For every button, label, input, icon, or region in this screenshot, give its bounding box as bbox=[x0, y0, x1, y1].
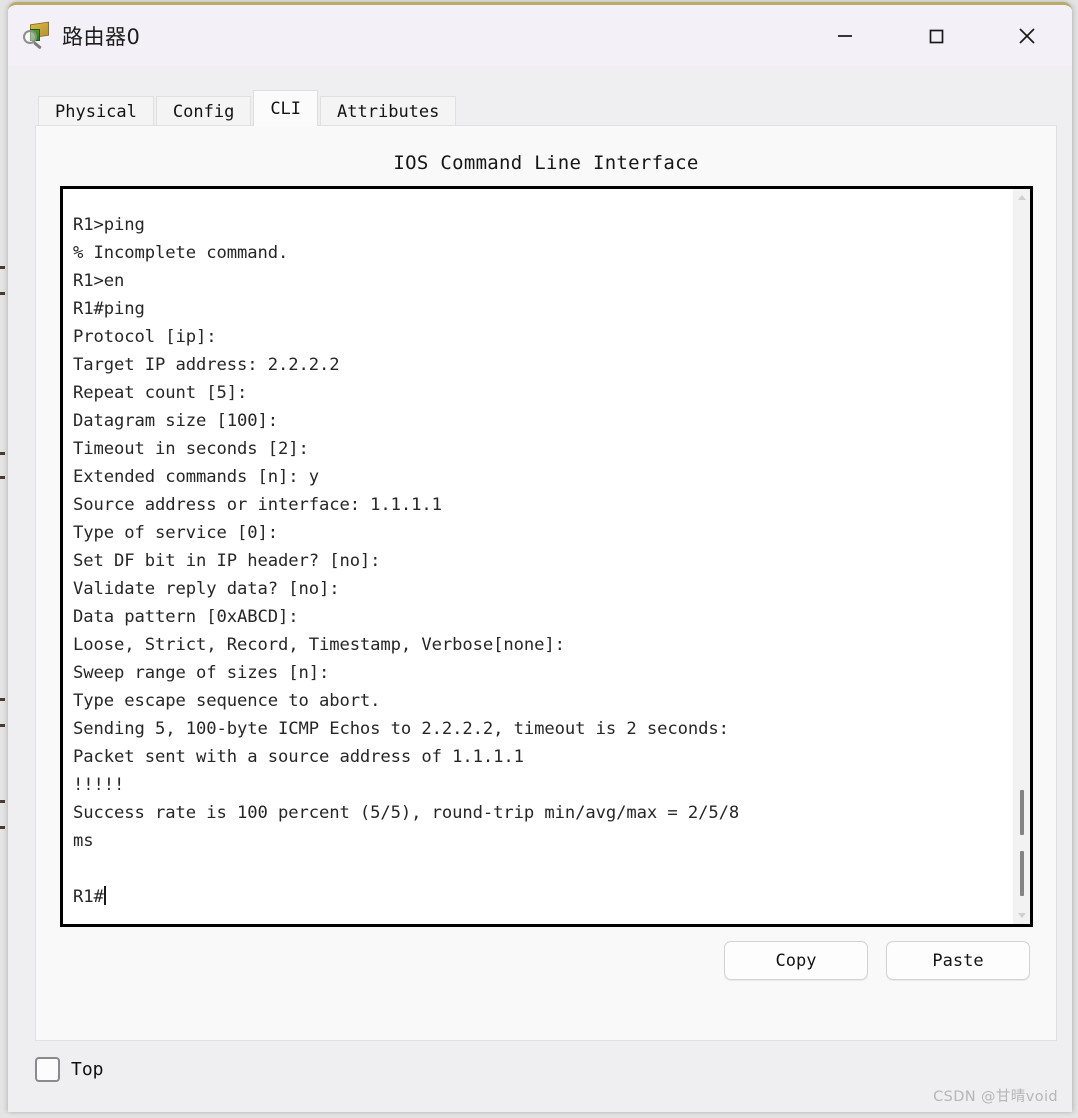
cli-tab-panel: IOS Command Line Interface R1>ping % Inc… bbox=[35, 125, 1057, 1041]
minimize-button[interactable] bbox=[799, 5, 890, 66]
scroll-down-arrow[interactable] bbox=[1013, 907, 1030, 924]
tab-physical[interactable]: Physical bbox=[38, 96, 154, 126]
backdrop-mark bbox=[0, 800, 5, 803]
terminal-line: Source address or interface: 1.1.1.1 bbox=[73, 495, 442, 515]
terminal-scrollbar[interactable] bbox=[1013, 189, 1030, 924]
terminal-line: Extended commands [n]: y bbox=[73, 467, 319, 487]
watermark: CSDN @甘晴void bbox=[933, 1089, 1058, 1105]
terminal-line: Success rate is 100 percent (5/5), round… bbox=[73, 803, 740, 823]
terminal-action-buttons: Copy Paste bbox=[724, 941, 1030, 980]
terminal-line: Datagram size [100]: bbox=[73, 411, 278, 431]
terminal-line: R1>en bbox=[73, 271, 125, 291]
backdrop-mark bbox=[0, 698, 5, 701]
maximize-icon bbox=[929, 29, 943, 43]
tab-bar: Physical Config CLI Attributes bbox=[38, 90, 1072, 126]
top-checkbox-label: Top bbox=[71, 1059, 104, 1080]
scrollbar-thumb[interactable] bbox=[1020, 790, 1024, 835]
terminal-line: Data pattern [0xABCD]: bbox=[73, 607, 299, 627]
maximize-button[interactable] bbox=[890, 5, 981, 66]
terminal-line: Target IP address: 2.2.2.2 bbox=[73, 355, 340, 375]
scroll-up-arrow[interactable] bbox=[1013, 189, 1030, 206]
terminal-line: !!!!! bbox=[73, 775, 125, 795]
terminal-line: Type of service [0]: bbox=[73, 523, 278, 543]
terminal-line: R1# bbox=[73, 887, 104, 907]
inspect-router-icon bbox=[22, 21, 52, 51]
cli-terminal-output[interactable]: R1>ping % Incomplete command. R1>en R1#p… bbox=[63, 189, 1013, 924]
close-button[interactable] bbox=[981, 5, 1072, 66]
text-caret bbox=[103, 886, 106, 905]
window-title: 路由器0 bbox=[62, 24, 141, 49]
copy-button[interactable]: Copy bbox=[724, 941, 868, 980]
terminal-line: Packet sent with a source address of 1.1… bbox=[73, 747, 524, 767]
minimize-icon bbox=[837, 34, 852, 37]
backdrop-mark bbox=[0, 266, 5, 269]
terminal-line: Protocol [ip]: bbox=[73, 327, 217, 347]
router-device-window: 路由器0 Physical Config CLI Attributes IOS … bbox=[8, 2, 1072, 1112]
terminal-line: Repeat count [5]: bbox=[73, 383, 248, 403]
terminal-line: Loose, Strict, Record, Timestamp, Verbos… bbox=[73, 635, 565, 655]
title-bar: 路由器0 bbox=[8, 5, 1072, 66]
terminal-line: Type escape sequence to abort. bbox=[73, 691, 381, 711]
backdrop-mark bbox=[0, 826, 5, 829]
terminal-line: ms bbox=[73, 831, 94, 851]
backdrop-mark bbox=[0, 452, 5, 455]
backdrop-mark bbox=[0, 724, 5, 727]
scrollbar-thumb-secondary[interactable] bbox=[1020, 851, 1024, 896]
terminal-frame: R1>ping % Incomplete command. R1>en R1#p… bbox=[60, 186, 1033, 927]
tab-cli[interactable]: CLI bbox=[253, 90, 319, 126]
top-checkbox[interactable] bbox=[35, 1057, 60, 1082]
close-icon bbox=[1018, 27, 1035, 44]
terminal-line: Timeout in seconds [2]: bbox=[73, 439, 309, 459]
page-title: IOS Command Line Interface bbox=[393, 152, 699, 174]
terminal-line: Sending 5, 100-byte ICMP Echos to 2.2.2.… bbox=[73, 719, 729, 739]
backdrop-mark bbox=[0, 476, 5, 479]
tab-attributes[interactable]: Attributes bbox=[320, 96, 457, 126]
tab-config[interactable]: Config bbox=[155, 96, 252, 126]
terminal-line: % Incomplete command. bbox=[73, 243, 289, 263]
terminal-line: R1>ping bbox=[73, 215, 145, 235]
terminal-line: R1#ping bbox=[73, 299, 145, 319]
terminal-line: Sweep range of sizes [n]: bbox=[73, 663, 330, 683]
terminal-line: Set DF bit in IP header? [no]: bbox=[73, 551, 381, 571]
window-controls bbox=[799, 5, 1072, 66]
terminal-line: Validate reply data? [no]: bbox=[73, 579, 340, 599]
paste-button[interactable]: Paste bbox=[886, 941, 1030, 980]
top-option-row: Top bbox=[35, 1057, 104, 1082]
backdrop-mark bbox=[0, 292, 5, 295]
